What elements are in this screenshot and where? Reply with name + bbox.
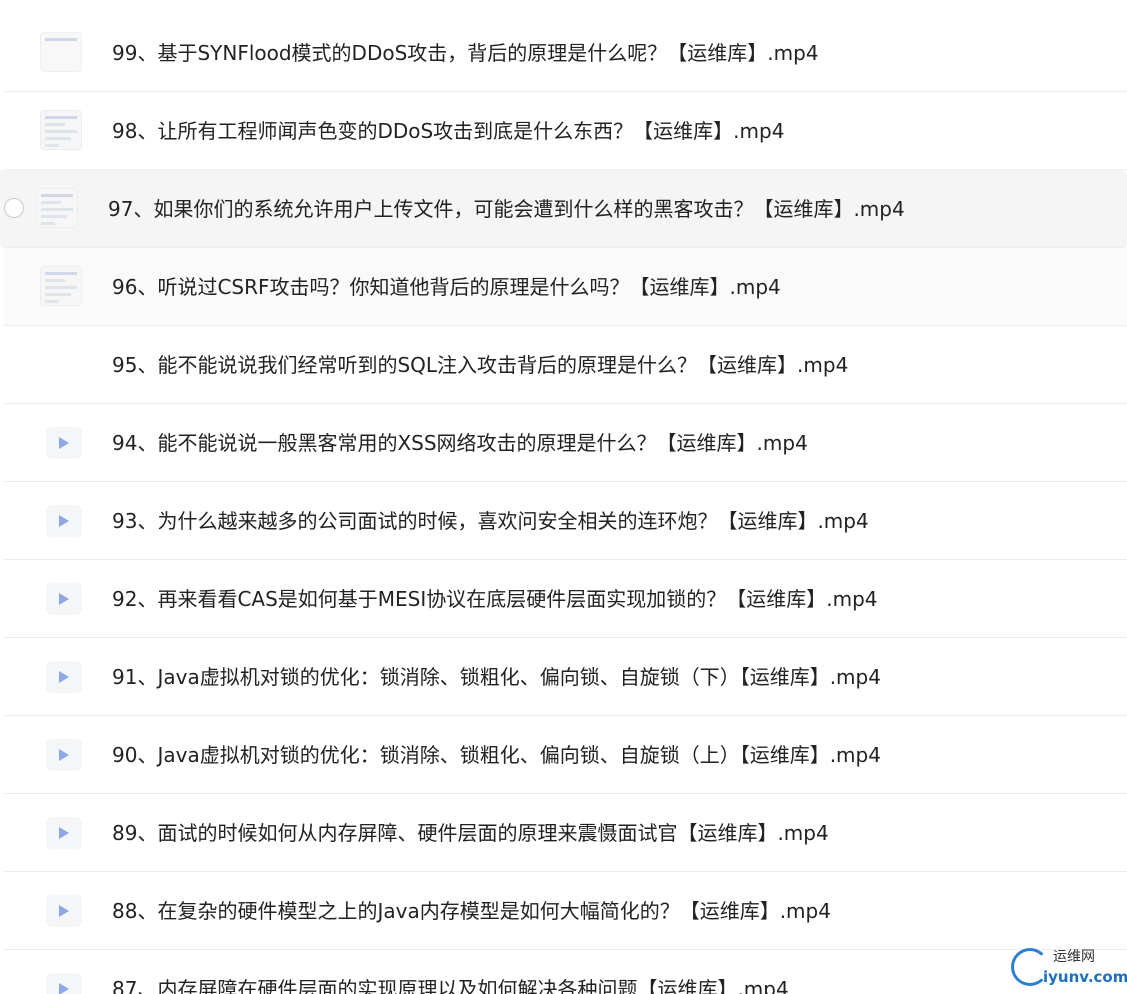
video-play-icon: [46, 583, 82, 615]
file-row-99[interactable]: 99、基于SYNFlood模式的DDoS攻击，背后的原理是什么呢？【运维库】.m…: [4, 14, 1127, 92]
select-checkbox[interactable]: [4, 198, 24, 218]
video-play-icon: [46, 739, 82, 771]
file-name[interactable]: 96、听说过CSRF攻击吗？你知道他背后的原理是什么吗？【运维库】.mp4: [112, 274, 781, 300]
file-name[interactable]: 93、为什么越来越多的公司面试的时候，喜欢问安全相关的连环炮？【运维库】.mp4: [112, 508, 869, 534]
file-row-89[interactable]: 89、面试的时候如何从内存屏障、硬件层面的原理来震慑面试官【运维库】.mp4: [4, 794, 1127, 872]
file-row-98[interactable]: 98、让所有工程师闻声色变的DDoS攻击到底是什么东西？【运维库】.mp4: [4, 92, 1127, 170]
file-row-88[interactable]: 88、在复杂的硬件模型之上的Java内存模型是如何大幅简化的？【运维库】.mp4: [4, 872, 1127, 950]
file-row-87[interactable]: 87、内存屏障在硬件层面的实现原理以及如何解决各种问题【运维库】.mp4: [4, 950, 1127, 994]
video-play-icon: [46, 505, 82, 537]
watermark-text-top: 运维网: [1053, 949, 1095, 965]
file-row-93[interactable]: 93、为什么越来越多的公司面试的时候，喜欢问安全相关的连环炮？【运维库】.mp4: [4, 482, 1127, 560]
watermark-text-bottom: iyunv.com: [1043, 968, 1127, 986]
file-name[interactable]: 90、Java虚拟机对锁的优化：锁消除、锁粗化、偏向锁、自旋锁（上）【运维库】.…: [112, 742, 881, 768]
file-name[interactable]: 89、面试的时候如何从内存屏障、硬件层面的原理来震慑面试官【运维库】.mp4: [112, 820, 829, 846]
video-play-icon: [46, 973, 82, 994]
file-name[interactable]: 94、能不能说说一般黑客常用的XSS网络攻击的原理是什么？【运维库】.mp4: [112, 430, 808, 456]
file-name[interactable]: 92、再来看看CAS是如何基于MESI协议在底层硬件层面实现加锁的？【运维库】.…: [112, 586, 878, 612]
list-top-spacer: [0, 0, 1127, 14]
file-row-92[interactable]: 92、再来看看CAS是如何基于MESI协议在底层硬件层面实现加锁的？【运维库】.…: [4, 560, 1127, 638]
file-row-95[interactable]: 95、能不能说说我们经常听到的SQL注入攻击背后的原理是什么？【运维库】.mp4: [4, 326, 1127, 404]
file-row-94[interactable]: 94、能不能说说一般黑客常用的XSS网络攻击的原理是什么？【运维库】.mp4: [4, 404, 1127, 482]
video-play-icon: [46, 895, 82, 927]
file-row-90[interactable]: 90、Java虚拟机对锁的优化：锁消除、锁粗化、偏向锁、自旋锁（上）【运维库】.…: [4, 716, 1127, 794]
file-name[interactable]: 97、如果你们的系统允许用户上传文件，可能会遭到什么样的黑客攻击？【运维库】.m…: [108, 196, 905, 222]
video-play-icon: [46, 817, 82, 849]
video-play-icon: [46, 661, 82, 693]
file-name[interactable]: 95、能不能说说我们经常听到的SQL注入攻击背后的原理是什么？【运维库】.mp4: [112, 352, 848, 378]
document-thumbnail-icon: [36, 188, 78, 228]
watermark-logo: 运维网 iyunv.com: [1011, 944, 1127, 990]
file-row-91[interactable]: 91、Java虚拟机对锁的优化：锁消除、锁粗化、偏向锁、自旋锁（下）【运维库】.…: [4, 638, 1127, 716]
file-row-97[interactable]: 97、如果你们的系统允许用户上传文件，可能会遭到什么样的黑客攻击？【运维库】.m…: [0, 170, 1127, 248]
document-thumbnail-icon: [40, 110, 82, 150]
file-name[interactable]: 88、在复杂的硬件模型之上的Java内存模型是如何大幅简化的？【运维库】.mp4: [112, 898, 831, 924]
document-thumbnail-icon: [40, 32, 82, 72]
file-row-96[interactable]: 96、听说过CSRF攻击吗？你知道他背后的原理是什么吗？【运维库】.mp4: [4, 248, 1127, 326]
file-name[interactable]: 99、基于SYNFlood模式的DDoS攻击，背后的原理是什么呢？【运维库】.m…: [112, 40, 819, 66]
video-play-icon: [46, 427, 82, 459]
file-name[interactable]: 98、让所有工程师闻声色变的DDoS攻击到底是什么东西？【运维库】.mp4: [112, 118, 784, 144]
file-name[interactable]: 87、内存屏障在硬件层面的实现原理以及如何解决各种问题【运维库】.mp4: [112, 976, 789, 994]
file-name[interactable]: 91、Java虚拟机对锁的优化：锁消除、锁粗化、偏向锁、自旋锁（下）【运维库】.…: [112, 664, 881, 690]
document-thumbnail-icon: [40, 266, 82, 306]
file-list: 99、基于SYNFlood模式的DDoS攻击，背后的原理是什么呢？【运维库】.m…: [0, 14, 1127, 994]
